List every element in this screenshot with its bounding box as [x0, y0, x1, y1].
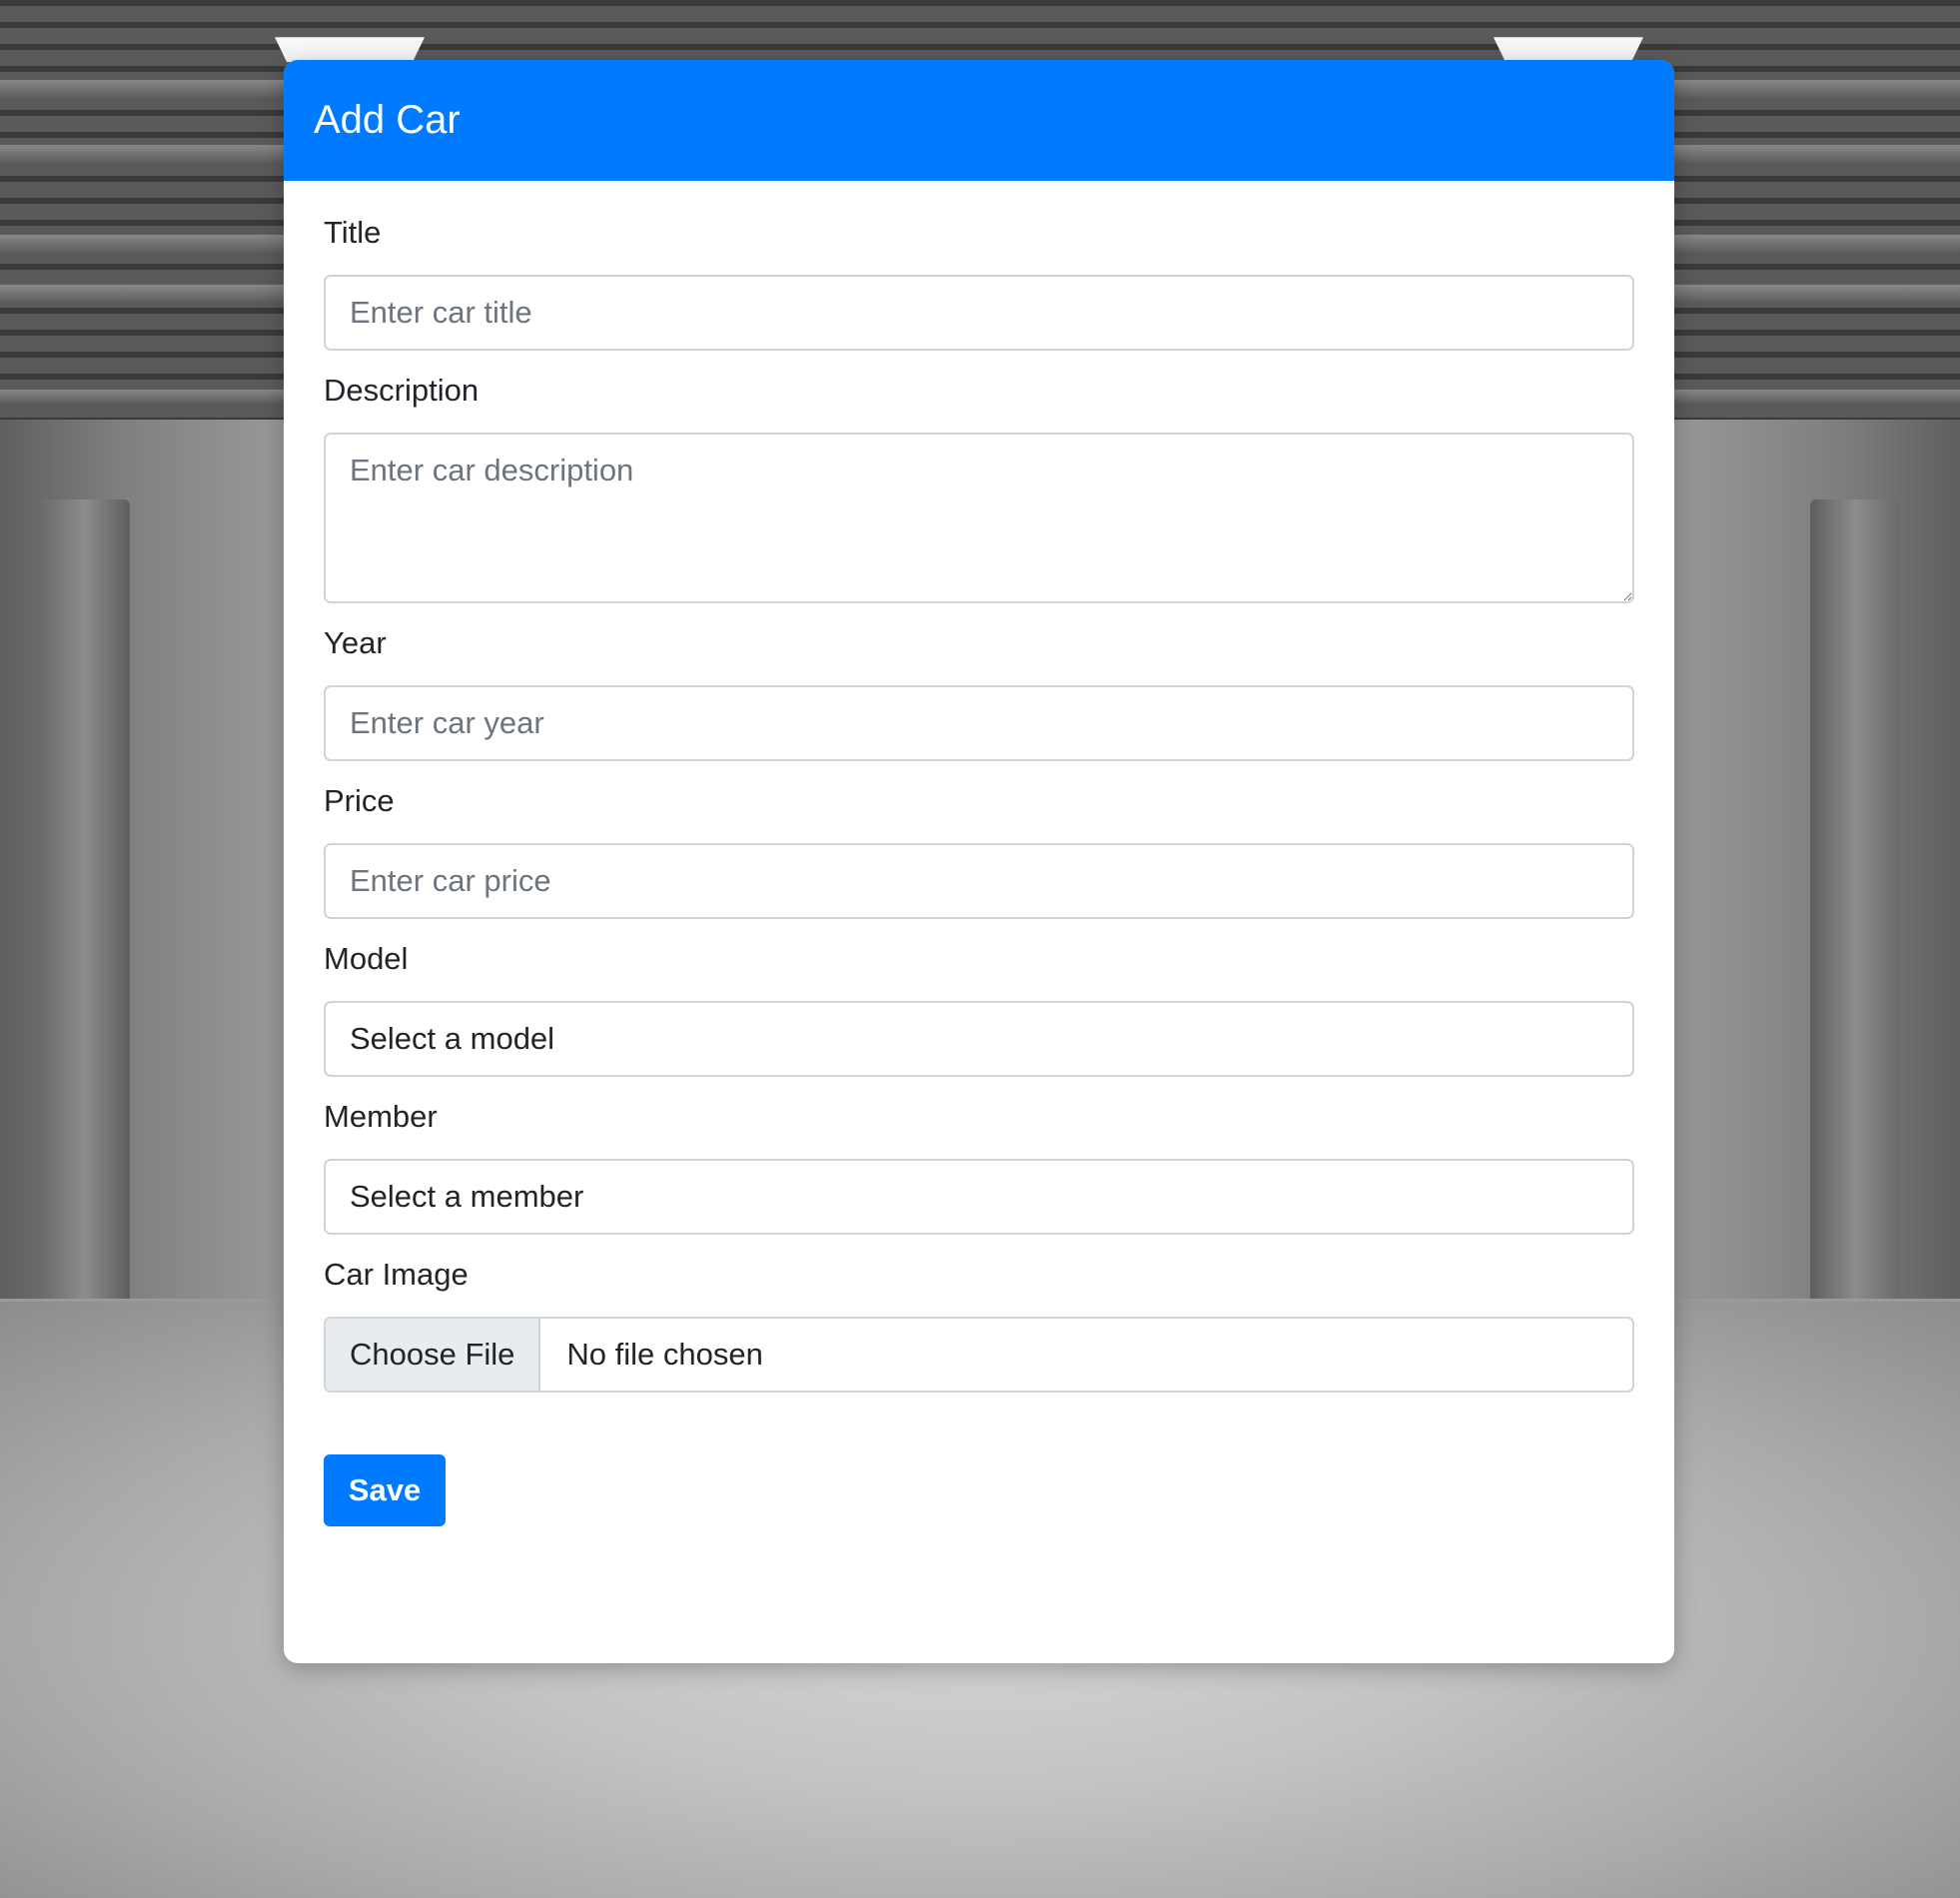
title-input[interactable] — [324, 275, 1634, 351]
price-label: Price — [324, 783, 395, 818]
title-label: Title — [324, 215, 382, 250]
car-image-label: Car Image — [324, 1257, 469, 1292]
member-select[interactable]: Select a member — [324, 1159, 1634, 1235]
description-textarea[interactable] — [324, 433, 1634, 603]
model-select[interactable]: Select a model — [324, 1001, 1634, 1077]
garage-pillar-left — [40, 499, 130, 1319]
card-title: Add Car — [314, 98, 461, 142]
year-input[interactable] — [324, 685, 1634, 761]
model-group: Model Select a model — [324, 941, 1634, 1077]
model-select-value: Select a model — [350, 1021, 555, 1056]
year-group: Year — [324, 625, 1634, 761]
model-label: Model — [324, 941, 409, 976]
price-input[interactable] — [324, 843, 1634, 919]
description-label: Description — [324, 373, 480, 408]
price-group: Price — [324, 783, 1634, 919]
member-label: Member — [324, 1099, 438, 1134]
add-car-form: Title Description Year Price Model Selec… — [284, 181, 1674, 1566]
year-label: Year — [324, 625, 387, 660]
title-group: Title — [324, 215, 1634, 351]
garage-pillar-right — [1810, 499, 1900, 1319]
card-header: Add Car — [284, 60, 1674, 181]
car-image-file-input[interactable]: Choose File No file chosen — [324, 1317, 1634, 1393]
file-status-text: No file chosen — [566, 1337, 763, 1372]
choose-file-button[interactable]: Choose File — [326, 1319, 541, 1391]
member-group: Member Select a member — [324, 1099, 1634, 1235]
description-group: Description — [324, 373, 1634, 603]
save-button[interactable]: Save — [324, 1454, 446, 1526]
car-image-group: Car Image Choose File No file chosen — [324, 1257, 1634, 1393]
member-select-value: Select a member — [350, 1179, 584, 1214]
add-car-card: Add Car Title Description Year Price Mod… — [284, 60, 1674, 1663]
